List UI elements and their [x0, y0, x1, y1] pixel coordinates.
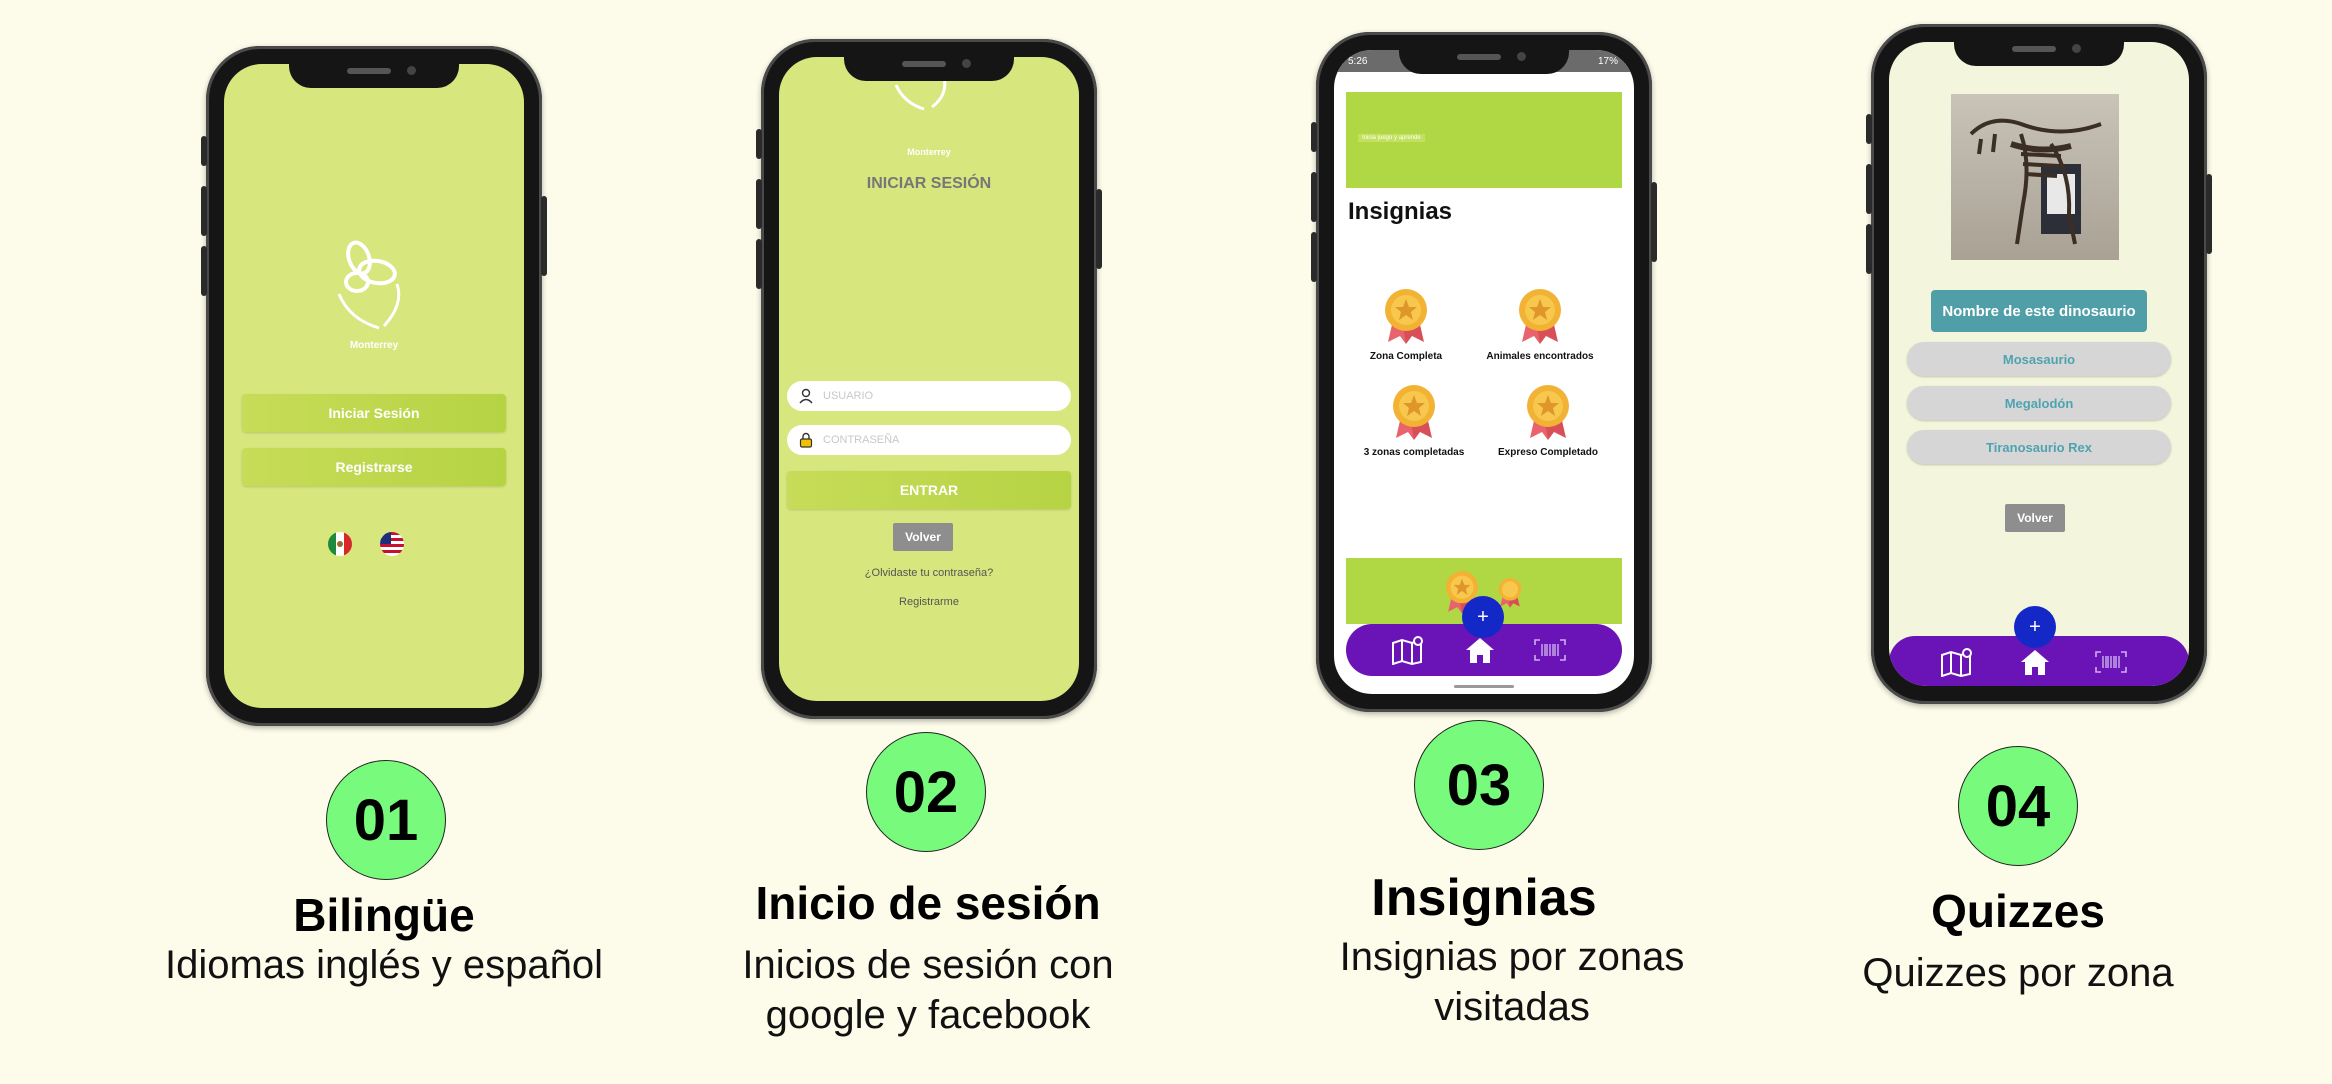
medal-icon: [1519, 289, 1561, 344]
badge-label: Expreso Completado: [1497, 447, 1599, 458]
banner-text[interactable]: Inicia juego y aprende: [1358, 134, 1425, 142]
feature-title: Insignias: [1371, 869, 1597, 927]
back-button[interactable]: Volver: [2005, 504, 2065, 532]
password-field[interactable]: CONTRASEÑA: [787, 425, 1071, 455]
quiz-option-mosasaurio[interactable]: Mosasaurio: [1907, 342, 2171, 376]
register-button[interactable]: Registrarse: [242, 448, 506, 486]
feature-description-line: google y facebook: [765, 993, 1091, 1037]
map-icon[interactable]: [1390, 634, 1426, 666]
phone-mockup-2: Monterrey INICIAR SESIÓN USUARIO CONTRAS…: [756, 39, 1102, 719]
badge-animales-encontrados[interactable]: Animales encontrados: [1480, 286, 1600, 362]
barcode-icon[interactable]: [2093, 646, 2129, 678]
medal-icon: [1393, 385, 1435, 440]
phone-mockup-3: 5:26 17% Inicia juego y aprende Insignia…: [1311, 32, 1657, 712]
phone-mockup-4: Nombre de este dinosaurio Mosasaurio Meg…: [1866, 24, 2212, 704]
question-label: Nombre de este dinosaurio: [1931, 290, 2147, 332]
lock-icon: [797, 431, 815, 449]
home-indicator: [1454, 685, 1514, 688]
feature-title: Quizzes: [1931, 885, 2105, 937]
page-title: Insignias: [1348, 198, 1453, 225]
password-placeholder: CONTRASEÑA: [823, 434, 900, 446]
badge-label: Zona Completa: [1369, 351, 1443, 362]
feature-number-badge: 01: [326, 760, 446, 880]
home-icon[interactable]: [1462, 634, 1498, 666]
quiz-option-megalodon[interactable]: Megalodón: [1907, 386, 2171, 420]
user-icon: [797, 387, 815, 405]
quiz-option-tiranosaurio-rex[interactable]: Tiranosaurio Rex: [1907, 430, 2171, 464]
map-icon[interactable]: [1939, 646, 1975, 678]
dinosaur-photo: [1951, 94, 2119, 260]
medal-icon: [1498, 578, 1522, 608]
register-link[interactable]: Registrarme: [779, 596, 1079, 608]
add-fab-button[interactable]: +: [1462, 596, 1504, 638]
feature-description: Quizzes por zona: [1718, 948, 2318, 998]
enter-button[interactable]: ENTRAR: [787, 471, 1071, 509]
usa-flag-icon[interactable]: [380, 532, 404, 556]
badge-label: 3 zonas completadas: [1363, 447, 1465, 458]
phone-mockup-1: Monterrey Iniciar Sesión Registrarse: [201, 46, 547, 726]
username-field[interactable]: USUARIO: [787, 381, 1071, 411]
page-title: INICIAR SESIÓN: [866, 175, 992, 192]
login-button[interactable]: Iniciar Sesión: [242, 394, 506, 432]
game-banner: Inicia juego y aprende: [1346, 92, 1622, 188]
barcode-icon[interactable]: [1532, 634, 1568, 666]
forgot-password-link[interactable]: ¿Olvidaste tu contraseña?: [779, 567, 1079, 579]
badge-label: Animales encontrados: [1486, 351, 1594, 362]
feature-number-badge: 03: [1414, 720, 1544, 850]
feature-title: Bilingüe: [293, 889, 475, 941]
home-icon[interactable]: [2017, 646, 2053, 678]
badge-expreso-completado[interactable]: Expreso Completado: [1488, 382, 1608, 458]
quiz-screen: Nombre de este dinosaurio Mosasaurio Meg…: [1889, 42, 2189, 686]
username-placeholder: USUARIO: [823, 390, 874, 402]
mexico-flag-icon[interactable]: [328, 532, 352, 556]
feature-description-line: Quizzes por zona: [1862, 951, 2174, 995]
welcome-screen: Monterrey Iniciar Sesión Registrarse: [224, 64, 524, 708]
feature-description: Inicios de sesión con google y facebook: [628, 940, 1228, 1040]
login-screen: Monterrey INICIAR SESIÓN USUARIO CONTRAS…: [779, 57, 1079, 701]
feature-description: Idiomas inglés y español: [84, 940, 684, 990]
badge-3-zonas-completadas[interactable]: 3 zonas completadas: [1354, 382, 1474, 458]
status-battery: 17%: [1597, 56, 1618, 67]
medal-icon: [1527, 385, 1569, 440]
feature-description-line: Inicios de sesión con: [742, 943, 1114, 987]
feature-number-badge: 04: [1958, 746, 2078, 866]
badges-screen: 5:26 17% Inicia juego y aprende Insignia…: [1334, 50, 1634, 694]
feature-description-line: Idiomas inglés y español: [164, 943, 604, 987]
feature-title: Inicio de sesión: [755, 877, 1101, 929]
logo-text: Monterrey: [349, 340, 399, 351]
logo-text: Monterrey: [907, 147, 951, 157]
butterfly-logo: [319, 234, 429, 334]
status-time: 5:26: [1348, 56, 1368, 67]
feature-number-badge: 02: [866, 732, 986, 852]
back-button[interactable]: Volver: [893, 523, 953, 551]
add-fab-button[interactable]: +: [2014, 606, 2056, 648]
medal-icon: [1385, 289, 1427, 344]
badge-zona-completa[interactable]: Zona Completa: [1346, 286, 1466, 362]
